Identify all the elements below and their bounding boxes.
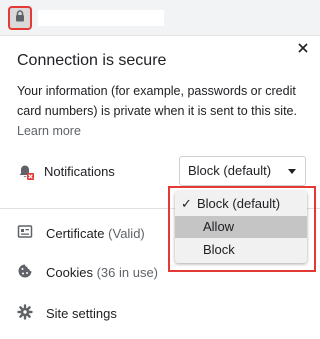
site-info-button[interactable] [8,6,32,30]
popup-description: Your information (for example, passwords… [17,81,307,141]
certificate-icon [17,224,33,240]
notifications-label: Notifications [44,164,115,179]
lock-icon [15,9,25,27]
cookie-icon [17,263,33,279]
certificate-text: Certificate [46,226,105,241]
notifications-select-value: Block (default) [188,163,272,178]
option-label: Allow [203,219,235,234]
certificate-label: Certificate (Valid) [46,226,145,241]
option-block-default[interactable]: ✓ Block (default) [175,193,307,215]
chevron-down-icon [288,169,296,174]
close-button[interactable] [294,40,312,58]
popup-title: Connection is secure [17,52,167,69]
option-label: Block [203,242,235,257]
checkmark-icon: ✓ [181,196,192,211]
description-text: Your information (for example, passwords… [17,84,297,118]
url-field[interactable] [38,10,164,26]
site-settings-item[interactable]: Site settings [0,298,320,328]
learn-more-link[interactable]: Learn more [17,124,81,138]
option-allow[interactable]: Allow [175,216,307,238]
cookies-count: (36 in use) [96,265,159,280]
option-label: Block (default) [197,196,281,211]
gear-icon [17,304,33,320]
notifications-blocked-icon [17,163,35,181]
address-bar [0,0,320,36]
close-icon [298,40,308,58]
site-settings-label: Site settings [46,306,117,321]
cookies-text: Cookies [46,265,93,280]
notifications-dropdown: ✓ Block (default) Allow Block [175,191,307,263]
option-block[interactable]: Block [175,239,307,261]
cookies-label: Cookies (36 in use) [46,265,158,280]
notifications-select[interactable]: Block (default) [179,156,306,186]
certificate-status: (Valid) [108,226,145,241]
notifications-row: Notifications Block (default) [0,155,320,189]
